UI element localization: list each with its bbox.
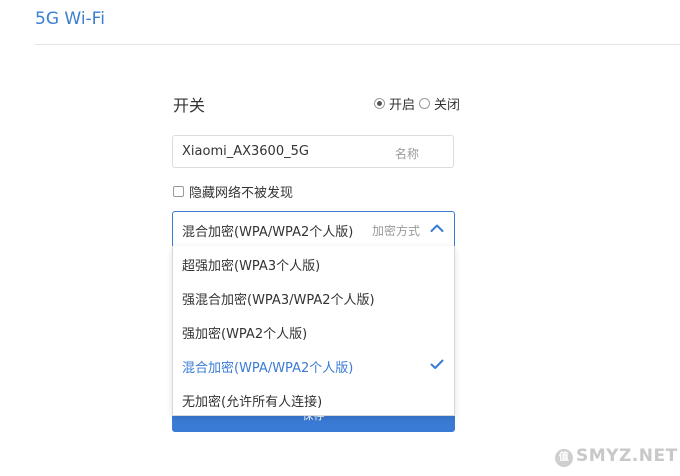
watermark-text: SMYZ.NET (576, 446, 678, 466)
encryption-dropdown: 超强加密(WPA3个人版) 强混合加密(WPA3/WPA2个人版) 强加密(WP… (172, 246, 455, 416)
hide-network-checkbox[interactable] (173, 186, 184, 197)
encryption-option[interactable]: 无加密(允许所有人连接) (182, 391, 322, 410)
hide-network-row[interactable]: 隐藏网络不被发现 (173, 182, 293, 201)
watermark-badge: 值 (555, 449, 573, 467)
switch-label: 开关 (173, 96, 206, 115)
radio-on[interactable] (374, 98, 385, 109)
ssid-field[interactable]: Xiaomi_AX3600_5G 名称 (172, 135, 454, 168)
ssid-placeholder: 名称 (394, 147, 419, 161)
header-divider (35, 44, 680, 45)
encryption-option[interactable]: 强混合加密(WPA3/WPA2个人版) (182, 289, 375, 308)
encryption-placeholder: 加密方式 (371, 224, 420, 238)
hide-network-label[interactable]: 隐藏网络不被发现 (189, 182, 293, 201)
encryption-option[interactable]: 强加密(WPA2个人版) (182, 323, 307, 342)
chevron-up-icon[interactable] (430, 223, 444, 233)
page-title: 5G Wi-Fi (35, 9, 105, 29)
encryption-select[interactable]: 混合加密(WPA/WPA2个人版) 加密方式 (172, 211, 455, 247)
encryption-option[interactable]: 超强加密(WPA3个人版) (182, 255, 320, 274)
radio-off-label[interactable]: 关闭 (434, 94, 460, 113)
check-icon (430, 359, 444, 369)
save-button[interactable]: 保存 (172, 414, 455, 432)
switch-radio-group: 开启 关闭 (374, 94, 464, 113)
radio-on-label[interactable]: 开启 (389, 94, 415, 113)
ssid-value[interactable]: Xiaomi_AX3600_5G (182, 144, 309, 159)
radio-off[interactable] (419, 98, 431, 109)
encryption-value: 混合加密(WPA/WPA2个人版) (182, 225, 354, 240)
watermark: 值 SMYZ.NET (555, 446, 678, 467)
encryption-option-selected[interactable]: 混合加密(WPA/WPA2个人版) (182, 357, 353, 376)
